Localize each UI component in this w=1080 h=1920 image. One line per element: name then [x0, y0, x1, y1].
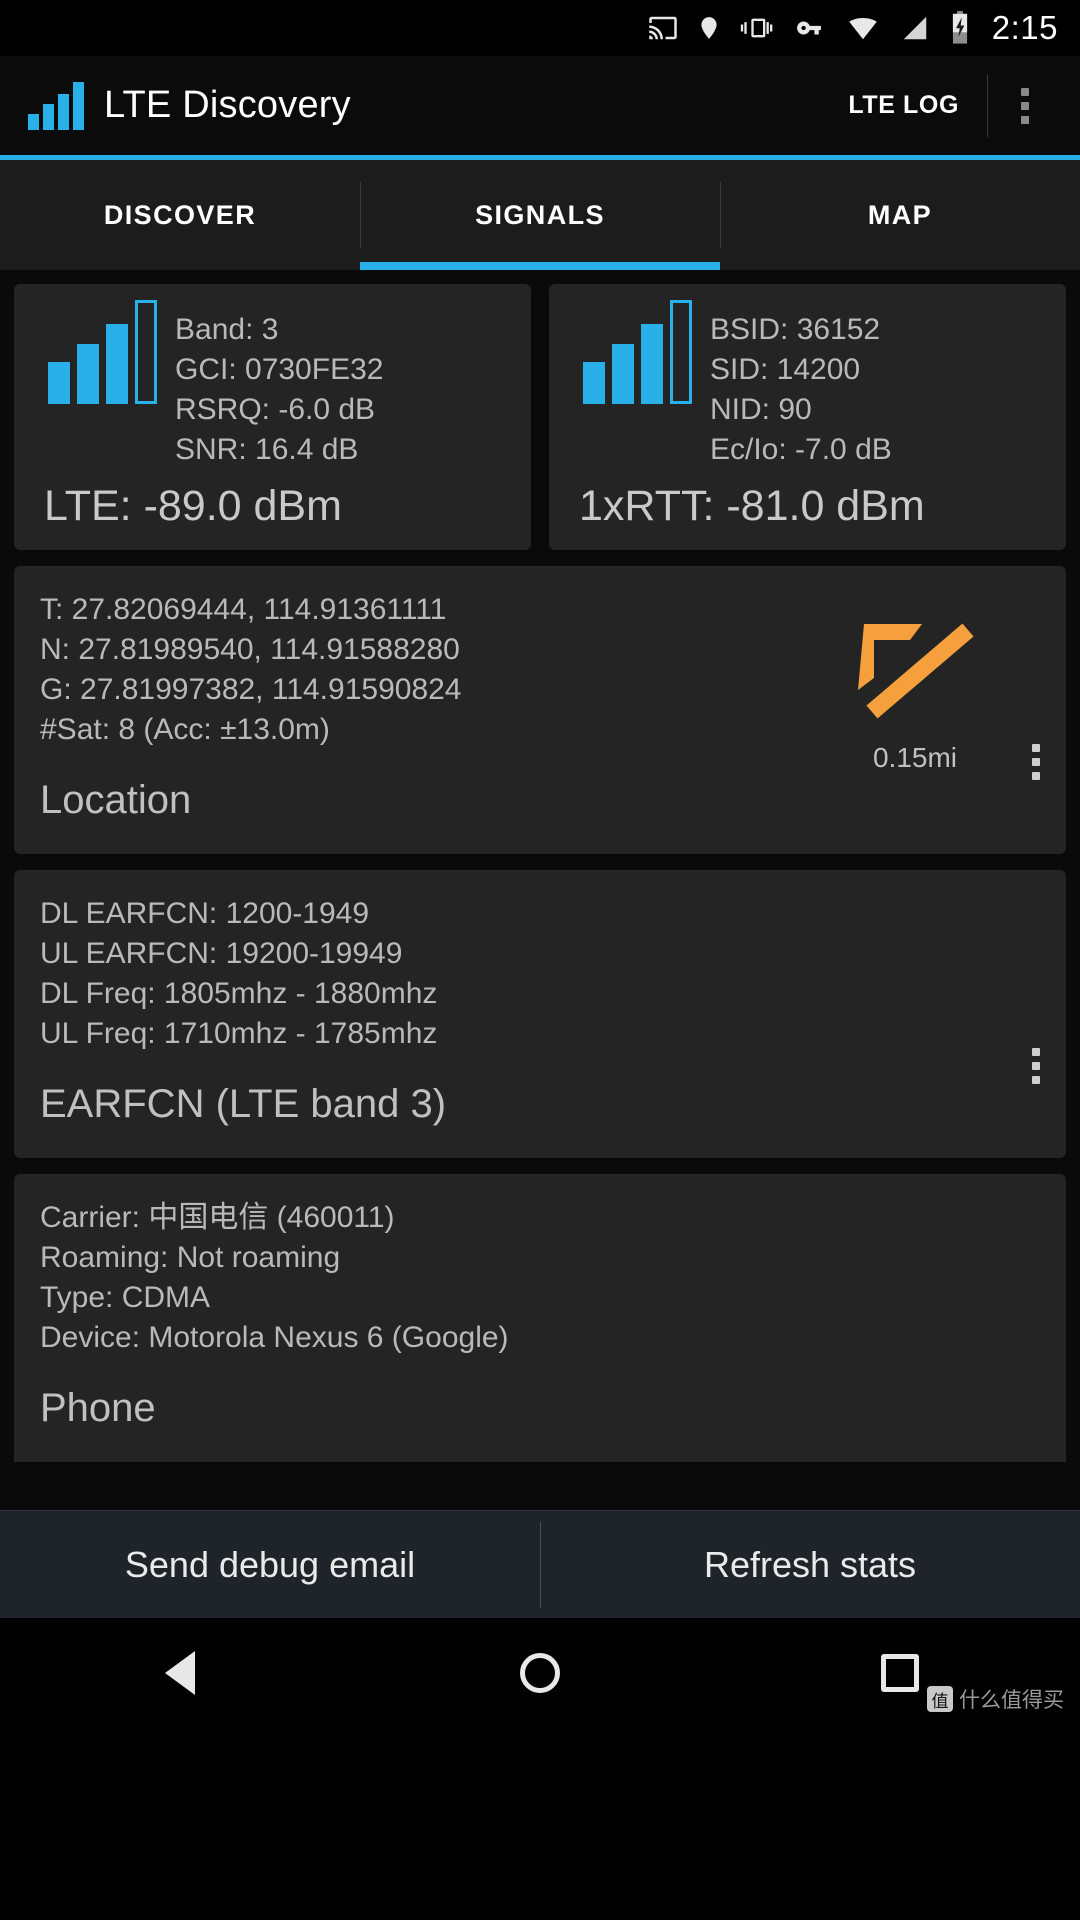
bottom-action-bar: Send debug email Refresh stats: [0, 1510, 1080, 1618]
earfcn-line-dl: DL EARFCN: 1200-1949: [40, 897, 370, 930]
signal-bars-icon: [30, 300, 157, 404]
direction-arrow-northwest-icon: [850, 616, 980, 726]
cdma-signal-value: 1xRTT: -81.0 dBm: [579, 482, 925, 530]
phone-line-carrier: Carrier: 中国电信 (460011): [40, 1201, 395, 1234]
location-direction-block: 0.15mi: [790, 590, 1040, 836]
tab-discover[interactable]: DISCOVER: [0, 160, 360, 270]
lte-log-button[interactable]: LTE LOG: [848, 91, 987, 120]
signals-content: Band: 3 GCI: 0730FE32 RSRQ: -6.0 dB SNR:…: [0, 270, 1080, 1510]
tab-bar: DISCOVER SIGNALS MAP: [0, 160, 1080, 270]
tab-signals-label: SIGNALS: [475, 199, 605, 230]
phone-card-title: Phone: [40, 1386, 156, 1430]
wifi-icon: [844, 13, 882, 43]
action-bar-divider: [987, 74, 988, 137]
lte-signal-details: Band: 3 GCI: 0730FE32 RSRQ: -6.0 dB SNR:…: [175, 308, 383, 470]
signal-card-row: Band: 3 GCI: 0730FE32 RSRQ: -6.0 dB SNR:…: [14, 284, 1066, 550]
phone-line-device: Device: Motorola Nexus 6 (Google): [40, 1321, 509, 1354]
send-debug-email-button[interactable]: Send debug email: [0, 1544, 540, 1586]
refresh-stats-label: Refresh stats: [703, 1543, 917, 1585]
cdma-signal-details: BSID: 36152 SID: 14200 NID: 90 Ec/Io: -7…: [710, 308, 892, 470]
cdma-line-nid: NID: 90: [710, 393, 812, 426]
watermark-badge: 值: [927, 1686, 953, 1712]
tab-discover-label: DISCOVER: [103, 199, 257, 230]
system-nav-bar: 值 什么值得买: [0, 1618, 1080, 1728]
refresh-stats-button[interactable]: Refresh stats: [540, 1521, 1080, 1608]
earfcn-line-ul-freq: UL Freq: 1710mhz - 1785mhz: [40, 1017, 438, 1050]
overflow-menu-icon[interactable]: [994, 87, 1056, 124]
battery-charging-icon: [948, 11, 972, 45]
location-card-title: Location: [40, 778, 192, 822]
cdma-line-bsid: BSID: 36152: [710, 313, 881, 346]
lte-signal-value: LTE: -89.0 dBm: [44, 482, 342, 530]
app-title: LTE Discovery: [104, 84, 351, 126]
nav-back-button[interactable]: [0, 1651, 360, 1695]
earfcn-card-title: EARFCN (LTE band 3): [40, 1082, 447, 1126]
recents-square-icon: [880, 1654, 919, 1692]
location-line-g: G: 27.81997382, 114.91590824: [40, 673, 462, 706]
home-circle-icon: [519, 1653, 560, 1693]
vpn-key-icon: [790, 15, 828, 41]
location-line-t: T: 27.82069444, 114.91361111: [40, 593, 447, 626]
phone-line-roaming: Roaming: Not roaming: [40, 1241, 341, 1274]
watermark-text: 什么值得买: [959, 1689, 1064, 1712]
cdma-line-sid: SID: 14200: [710, 353, 861, 386]
lte-line-band: Band: 3: [175, 313, 279, 346]
vibrate-icon: [738, 14, 774, 42]
app-action-bar: LTE Discovery LTE LOG: [0, 56, 1080, 160]
send-debug-email-label: Send debug email: [124, 1543, 416, 1585]
location-pin-icon: [696, 12, 722, 44]
tab-map[interactable]: MAP: [720, 160, 1080, 270]
signal-bars-logo-icon: [28, 81, 84, 130]
location-line-n: N: 27.81989540, 114.91588280: [40, 633, 460, 666]
cdma-signal-card[interactable]: BSID: 36152 SID: 14200 NID: 90 Ec/Io: -7…: [549, 284, 1066, 550]
status-bar-clock: 2:15: [991, 9, 1058, 46]
earfcn-line-ul: UL EARFCN: 19200-19949: [40, 937, 403, 970]
watermark: 值 什么值得买: [927, 1684, 1064, 1714]
earfcn-card[interactable]: DL EARFCN: 1200-1949 UL EARFCN: 19200-19…: [14, 870, 1066, 1158]
cdma-line-ecio: Ec/Io: -7.0 dB: [710, 433, 892, 466]
location-distance-label: 0.15mi: [872, 742, 958, 773]
lte-line-rsrq: RSRQ: -6.0 dB: [175, 393, 376, 426]
signal-bars-icon: [565, 300, 692, 404]
location-card[interactable]: T: 27.82069444, 114.91361111 N: 27.81989…: [14, 566, 1066, 854]
earfcn-card-menu-icon[interactable]: [1032, 1048, 1040, 1084]
status-bar: 2:15: [0, 0, 1080, 56]
tab-signals[interactable]: SIGNALS: [360, 160, 720, 270]
cast-icon: [646, 13, 680, 43]
location-line-sat: #Sat: 8 (Acc: ±13.0m): [40, 713, 330, 746]
location-details: T: 27.82069444, 114.91361111 N: 27.81989…: [40, 590, 790, 836]
cellular-signal-icon: [898, 13, 932, 43]
phone-line-type: Type: CDMA: [40, 1281, 211, 1314]
lte-signal-card[interactable]: Band: 3 GCI: 0730FE32 RSRQ: -6.0 dB SNR:…: [14, 284, 531, 550]
earfcn-line-dl-freq: DL Freq: 1805mhz - 1880mhz: [40, 977, 438, 1010]
phone-card[interactable]: Carrier: 中国电信 (460011) Roaming: Not roam…: [14, 1174, 1066, 1462]
location-card-menu-icon[interactable]: [1032, 744, 1040, 780]
lte-line-gci: GCI: 0730FE32: [175, 353, 384, 386]
lte-line-snr: SNR: 16.4 dB: [175, 433, 359, 466]
back-triangle-icon: [164, 1651, 195, 1695]
nav-home-button[interactable]: [360, 1653, 720, 1693]
tab-map-label: MAP: [867, 199, 933, 230]
